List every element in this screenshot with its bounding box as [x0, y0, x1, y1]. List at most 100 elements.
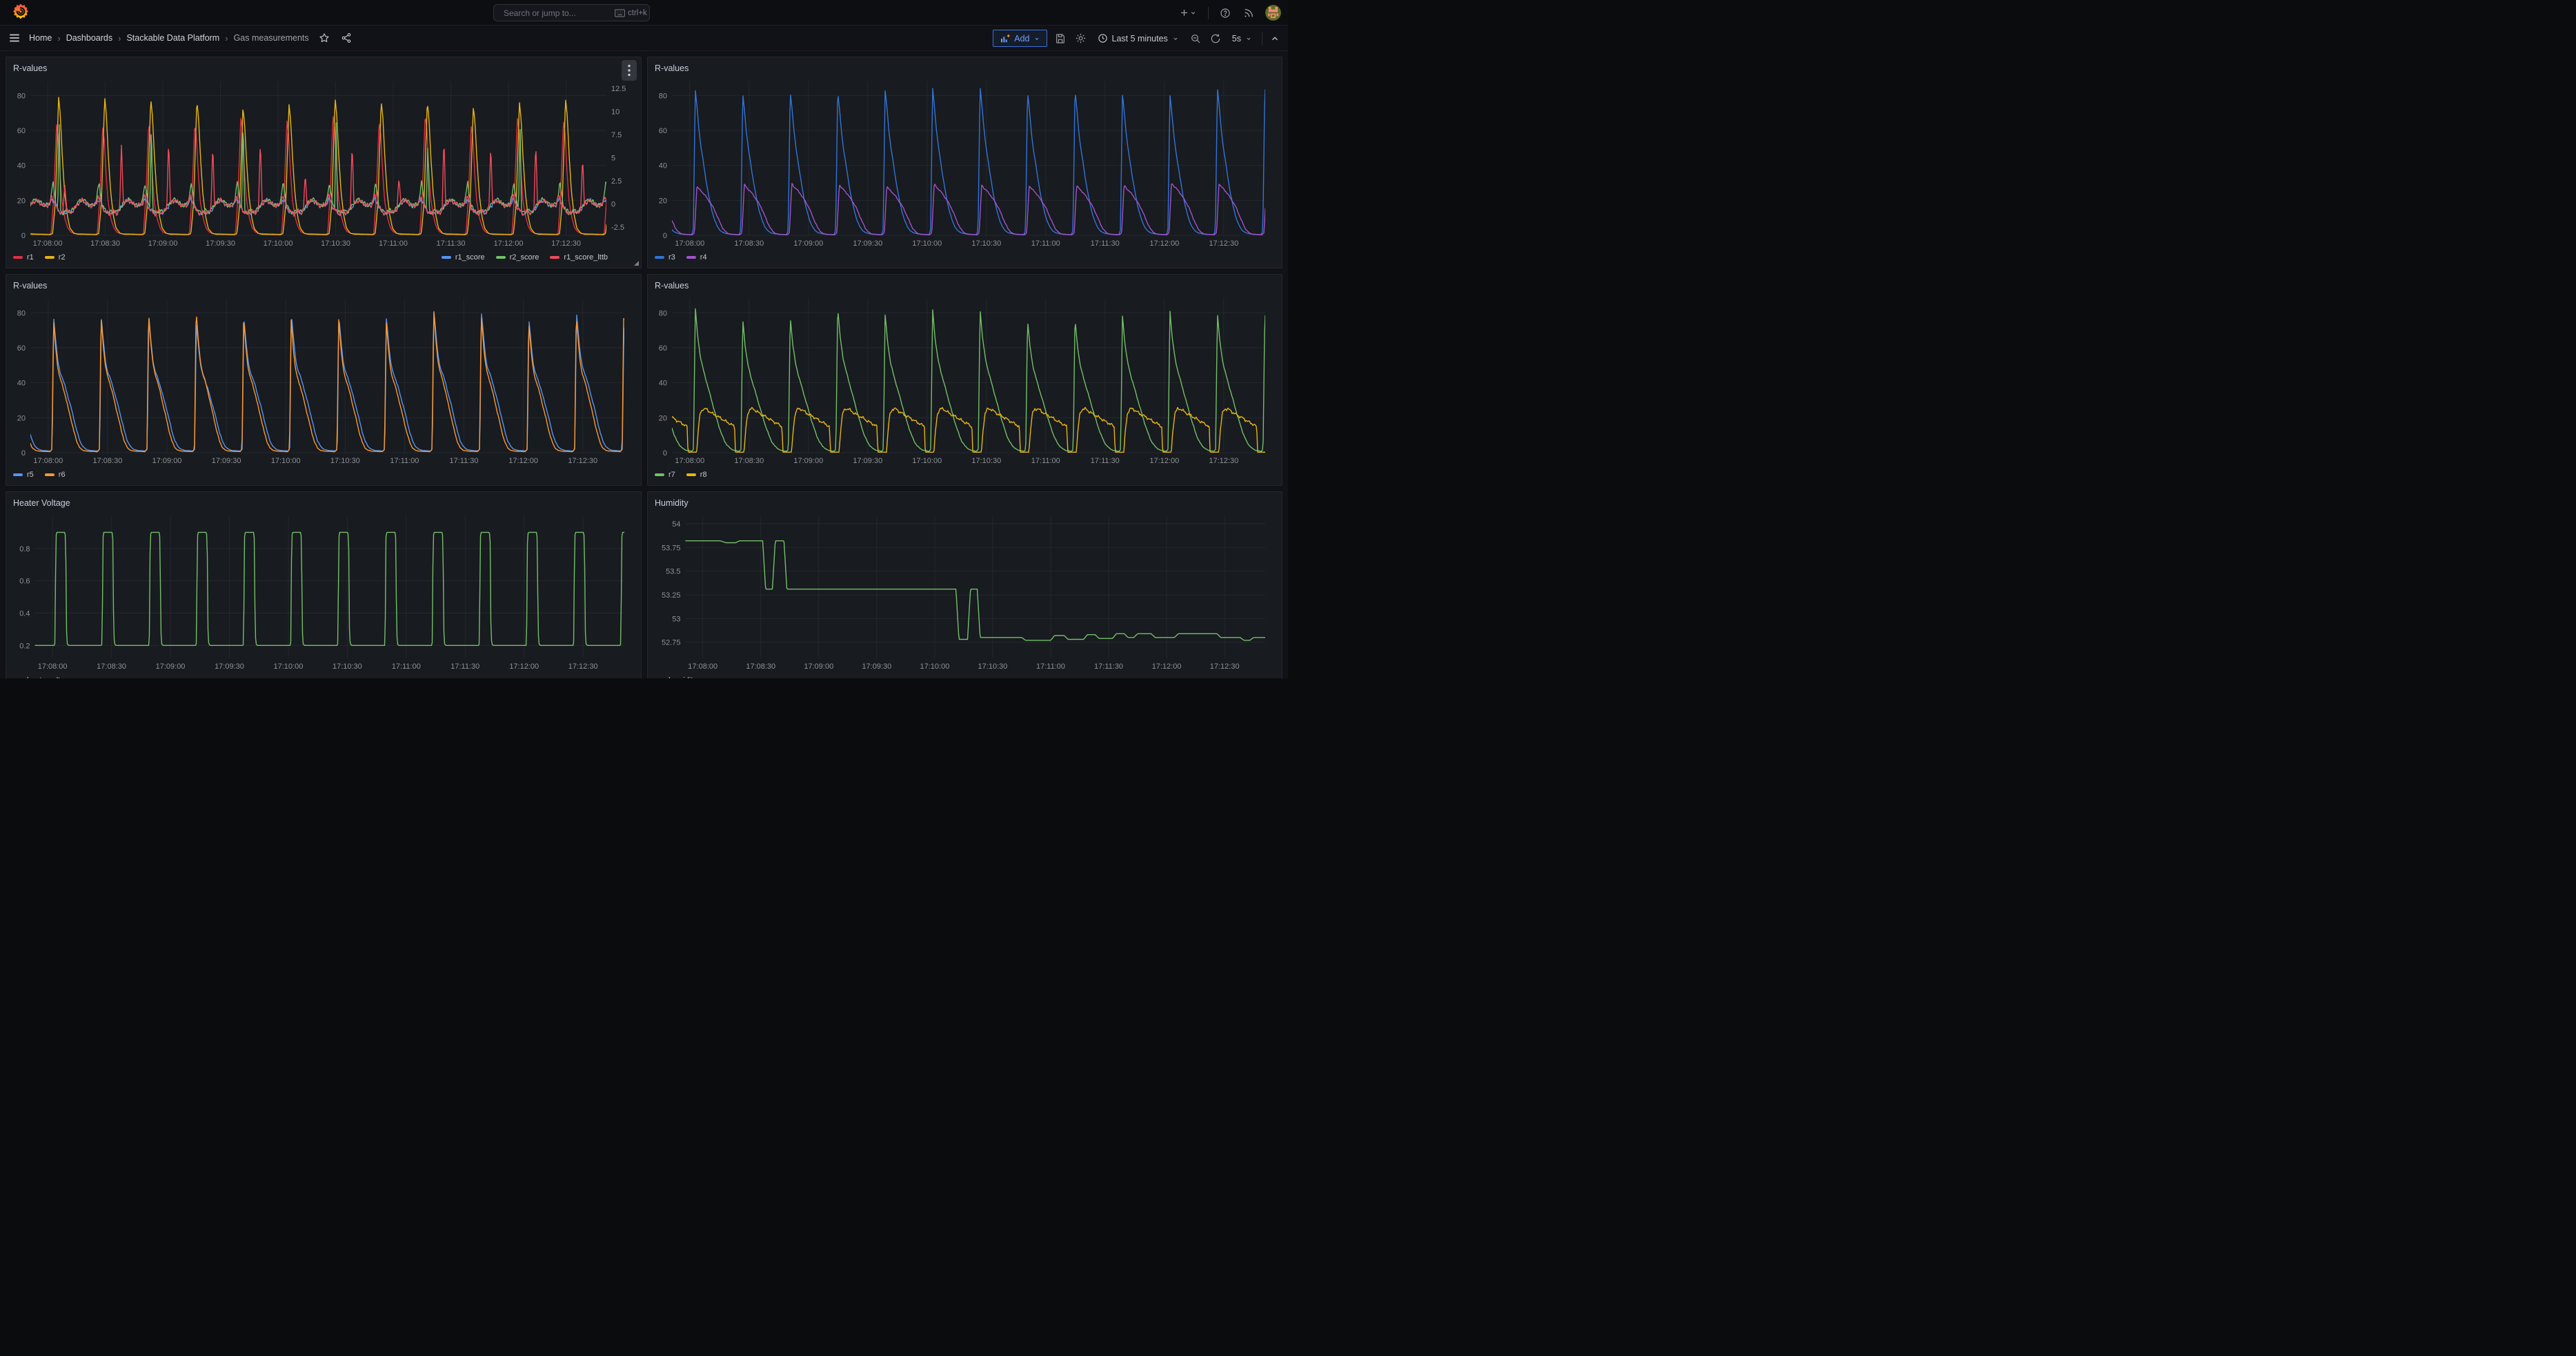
breadcrumb: Home › Dashboards › Stackable Data Platf… [29, 33, 309, 43]
breadcrumb-folder[interactable]: Stackable Data Platform [126, 33, 219, 43]
legend-item-humidity[interactable]: humidity [655, 676, 697, 678]
legend-item-r4[interactable]: r4 [686, 253, 707, 262]
clock-icon [1098, 33, 1108, 43]
search-input[interactable] [504, 8, 611, 18]
zoom-out-icon [1190, 33, 1201, 44]
legend-item-r3[interactable]: r3 [655, 253, 675, 262]
panel-r-values-2: R-values 02040608017:08:0017:08:3017:09:… [647, 57, 1282, 268]
avatar-image [1265, 5, 1281, 21]
dashboard-settings-button[interactable] [1073, 31, 1088, 46]
svg-text:17:08:00: 17:08:00 [38, 662, 68, 671]
time-series-plot[interactable]: 02040608017:08:0017:08:3017:09:0017:09:3… [13, 293, 634, 466]
svg-text:0: 0 [21, 232, 26, 240]
panel-title: R-values [655, 63, 688, 73]
legend-color-chip [45, 256, 55, 259]
time-series-plot[interactable]: 02040608017:08:0017:08:3017:09:0017:09:3… [655, 293, 1275, 466]
svg-text:20: 20 [659, 197, 667, 205]
panel-r-values-4: R-values 02040608017:08:0017:08:3017:09:… [647, 274, 1282, 486]
collapse-toolbar-button[interactable] [1269, 32, 1281, 45]
new-button[interactable] [1178, 6, 1198, 19]
share-icon [341, 32, 352, 43]
svg-text:80: 80 [17, 92, 26, 100]
time-series-plot[interactable]: 02040608017:08:0017:08:3017:09:0017:09:3… [655, 76, 1275, 249]
panel-header[interactable]: R-values [13, 61, 634, 76]
menu-toggle-button[interactable] [7, 30, 22, 46]
svg-text:17:08:00: 17:08:00 [675, 239, 704, 248]
panel-header[interactable]: R-values [655, 278, 1275, 293]
share-button[interactable] [339, 31, 353, 45]
legend-item-r1_score_lttb[interactable]: r1_score_lttb [550, 253, 608, 262]
legend-item-r2_score[interactable]: r2_score [496, 253, 539, 262]
panel-title: Humidity [655, 498, 688, 508]
legend-label: r6 [59, 471, 66, 479]
legend-item-r5[interactable]: r5 [13, 471, 34, 479]
legend-item-r1_score[interactable]: r1_score [442, 253, 485, 262]
svg-text:17:09:30: 17:09:30 [853, 239, 882, 248]
add-panel-button[interactable]: Add [993, 30, 1047, 47]
svg-text:17:09:30: 17:09:30 [212, 457, 241, 465]
time-series-plot[interactable]: 52.755353.2553.553.755417:08:0017:08:301… [655, 511, 1275, 672]
panel-title: R-values [13, 63, 47, 73]
news-button[interactable] [1242, 6, 1256, 20]
panel-humidity: Humidity 52.755353.2553.553.755417:08:00… [647, 491, 1282, 678]
breadcrumb-separator: › [57, 33, 60, 43]
svg-text:17:12:30: 17:12:30 [568, 457, 597, 465]
svg-text:53.75: 53.75 [662, 544, 681, 552]
kebab-icon [628, 64, 631, 77]
legend-label: r2 [59, 253, 66, 262]
panel-header[interactable]: R-values [655, 61, 1275, 76]
panel-resize-handle[interactable] [634, 261, 639, 266]
legend-label: r3 [668, 253, 675, 262]
legend-item-heatervoltage[interactable]: heatervoltage [13, 676, 73, 678]
legend-item-r6[interactable]: r6 [45, 471, 66, 479]
breadcrumb-home[interactable]: Home [29, 33, 52, 43]
grafana-app: ctrl+k [0, 0, 1288, 678]
grafana-logo-icon[interactable] [12, 3, 29, 21]
svg-text:40: 40 [17, 162, 26, 170]
svg-text:17:12:00: 17:12:00 [509, 662, 539, 671]
user-avatar[interactable] [1265, 5, 1281, 21]
time-series-plot[interactable]: 0.20.40.60.817:08:0017:08:3017:09:0017:0… [13, 511, 634, 672]
legend-item-r1[interactable]: r1 [13, 253, 34, 262]
legend-item-r7[interactable]: r7 [655, 471, 675, 479]
global-search[interactable]: ctrl+k [493, 4, 650, 21]
svg-text:17:11:30: 17:11:30 [1094, 662, 1123, 671]
star-icon [319, 32, 330, 43]
legend-group: r7 r8 [655, 471, 718, 479]
svg-text:17:10:00: 17:10:00 [920, 662, 950, 671]
svg-text:52.75: 52.75 [662, 639, 681, 647]
save-dashboard-button[interactable] [1053, 32, 1067, 46]
svg-text:0: 0 [663, 449, 667, 458]
panel-legend: r1 r2 r1_score r2_score r1_score_lttb [13, 250, 634, 265]
breadcrumb-dashboards[interactable]: Dashboards [66, 33, 112, 43]
zoom-out-button[interactable] [1189, 32, 1202, 46]
toolbar-controls: Add Last 5 minutes 5s [993, 26, 1281, 51]
time-series-plot[interactable]: 020406080-2.502.557.51012.517:08:0017:08… [13, 76, 634, 249]
favorite-button[interactable] [317, 31, 331, 45]
svg-text:17:10:00: 17:10:00 [264, 239, 293, 248]
plus-icon [1179, 8, 1189, 18]
panel-header[interactable]: Heater Voltage [13, 495, 634, 511]
chevron-down-icon [1033, 35, 1040, 42]
svg-text:17:10:30: 17:10:30 [971, 239, 1001, 248]
refresh-button[interactable] [1209, 32, 1222, 46]
svg-text:17:08:00: 17:08:00 [33, 457, 63, 465]
chevron-down-icon [1245, 35, 1252, 42]
svg-text:17:11:30: 17:11:30 [437, 239, 466, 248]
svg-text:17:08:00: 17:08:00 [688, 662, 717, 671]
svg-text:17:10:00: 17:10:00 [271, 457, 301, 465]
panel-header[interactable]: Humidity [655, 495, 1275, 511]
time-range-picker[interactable]: Last 5 minutes [1094, 30, 1182, 47]
panel-heater-voltage: Heater Voltage 0.20.40.60.817:08:0017:08… [6, 491, 642, 678]
legend-item-r8[interactable]: r8 [686, 471, 707, 479]
legend-item-r2[interactable]: r2 [45, 253, 66, 262]
legend-label: r5 [27, 471, 34, 479]
svg-text:17:11:30: 17:11:30 [1091, 239, 1120, 248]
refresh-interval-picker[interactable]: 5s [1229, 30, 1256, 47]
svg-text:17:08:30: 17:08:30 [93, 457, 123, 465]
svg-text:17:12:30: 17:12:30 [1209, 239, 1238, 248]
panel-header[interactable]: R-values [13, 278, 634, 293]
svg-text:20: 20 [17, 197, 26, 205]
panel-r-values-1: R-values 020406080-2.502.557.51012.517:0… [6, 57, 642, 268]
help-button[interactable] [1218, 6, 1232, 20]
